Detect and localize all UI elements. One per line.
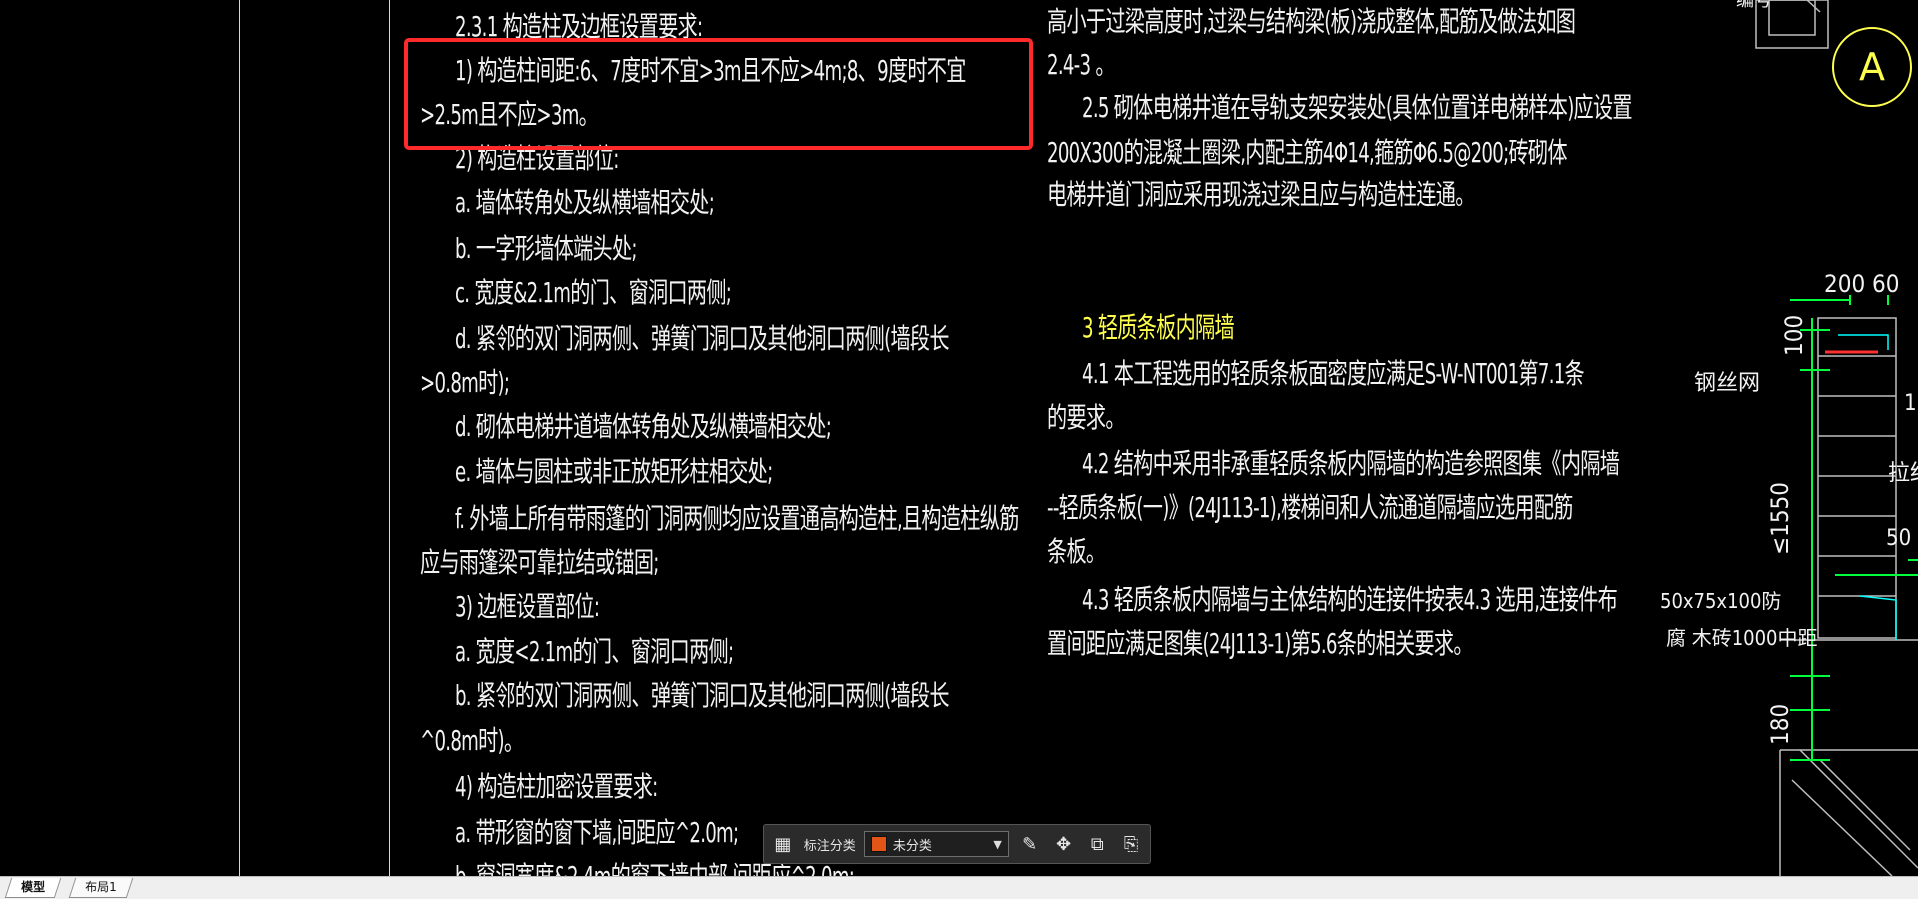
paste-icon[interactable]: ⎘ — [1118, 831, 1144, 857]
edit-icon[interactable]: ✎ — [1017, 831, 1043, 857]
annotation-category-value: 未分类 — [892, 838, 932, 854]
copy-icon[interactable]: ⧉ — [1084, 831, 1110, 857]
chevron-down-icon: ▼ — [993, 837, 1002, 851]
drawing-label-wood-2: 腐 木砖1000中距 — [1666, 626, 1818, 650]
tab-layout1[interactable]: 布局1 — [68, 878, 133, 898]
left-text-line: a. 带形窗的窗下墙,间距应^2.0m; — [455, 816, 739, 849]
detail-drawing: 编号 200 60 100 钢丝网 16 拉结 50 ≤1550 50x75x1… — [1660, 0, 1918, 876]
drawing-label-mesh: 钢丝网 — [1694, 371, 1760, 396]
left-text-line: ^0.8m时)。 — [420, 724, 524, 757]
right-text-line: 条板。 — [1047, 535, 1106, 568]
annotation-category-select[interactable]: 未分类 ▼ — [863, 831, 1009, 857]
drawing-label-id: 编号 — [1736, 0, 1772, 11]
right-text-line: 电梯井道门洞应采用现浇过梁且应与构造柱连通。 — [1047, 178, 1475, 211]
drawing-label-wood-1: 50x75x100防 — [1660, 589, 1781, 613]
annotation-toolbar: ▦ 标注分类 未分类 ▼ ✎ ✥ ⧉ ⎘ — [763, 824, 1151, 864]
left-text-line: >0.8m时); — [420, 366, 510, 399]
grid-icon[interactable]: ▦ — [770, 831, 796, 857]
drawing-label-dims: 200 60 — [1824, 270, 1900, 298]
right-text-line: 2.4-3 。 — [1047, 48, 1116, 81]
right-text-line: 4.3 轻质条板内隔墙与主体结构的连接件按表4.3 选用,连接件布 — [1082, 583, 1618, 616]
left-text-line: f. 外墙上所有带雨篷的门洞两侧均应设置通高构造柱,且构造柱纵筋 — [455, 502, 1019, 535]
left-text-line: 3) 边框设置部位: — [455, 590, 600, 623]
drawing-label-height: ≤1550 — [1766, 482, 1794, 555]
frame-line-inner — [389, 0, 390, 876]
left-text-line: d. 紧邻的双门洞两侧、弹簧门洞口及其他洞口两侧(墙段长 — [455, 322, 950, 355]
right-text-line: 2.5 砌体电梯井道在导轨支架安装处(具体位置详电梯样本)应设置 — [1082, 91, 1633, 124]
left-text-line: a. 墙体转角处及纵横墙相交处; — [455, 186, 715, 219]
left-text-line: 4) 构造柱加密设置要求: — [455, 770, 658, 803]
left-text-line: 应与雨篷梁可靠拉结或锚固; — [420, 546, 659, 579]
right-text-line: 200X300的混凝土圈梁,内配主筋4Φ14,箍筋Φ6.5@200;砖砌体 — [1047, 136, 1568, 169]
section-heading: 3 轻质条板内隔墙 — [1082, 311, 1235, 344]
left-text-line: c. 宽度&2.1m的门、窗洞口两侧; — [455, 276, 732, 309]
right-text-line: 置间距应满足图集(24J113-1)第5.6条的相关要求。 — [1047, 627, 1474, 660]
cad-canvas[interactable]: 2.3.1 构造柱及边框设置要求: 1) 构造柱间距:6、7度时不宜>3m且不应>… — [0, 0, 1918, 876]
drawing-label-100: 100 — [1780, 315, 1808, 356]
move-icon[interactable]: ✥ — [1051, 831, 1077, 857]
drawing-label-tie: 拉结 — [1888, 461, 1918, 486]
annotation-category-label: 标注分类 — [803, 838, 856, 854]
left-text-line: b. 紧邻的双门洞两侧、弹簧门洞口及其他洞口两侧(墙段长 — [455, 679, 950, 712]
drawing-label-50: 50 — [1886, 526, 1911, 551]
highlight-box — [404, 38, 1033, 150]
left-text-line: d. 砌体电梯井道墙体转角处及纵横墙相交处; — [455, 410, 832, 443]
left-text-line: a. 宽度<2.1m的门、窗洞口两侧; — [455, 635, 734, 668]
layout-tabs-bar: 模型 布局1 — [0, 876, 1918, 899]
right-text-line: 的要求。 — [1047, 401, 1125, 434]
left-text-line: b. 一字形墙体端头处; — [455, 232, 638, 265]
left-text-line: e. 墙体与圆柱或非正放矩形柱相交处; — [455, 455, 773, 488]
tab-model[interactable]: 模型 — [4, 878, 62, 898]
category-color-swatch — [870, 836, 887, 852]
right-text-line: 高小于过梁高度时,过梁与结构梁(板)浇成整体,配筋及做法如图 — [1047, 5, 1576, 38]
frame-line-left — [239, 0, 240, 876]
right-text-line: --轻质条板(一)》(24J113-1),楼梯间和人流通道隔墙应选用配筋 — [1047, 491, 1573, 524]
right-text-line: 4.1 本工程选用的轻质条板面密度应满足S-W-NT001第7.1条 — [1082, 357, 1585, 390]
drawing-label-16: 16 — [1904, 391, 1918, 416]
drawing-label-180: 180 — [1766, 704, 1794, 745]
right-text-line: 4.2 结构中采用非承重轻质条板内隔墙的构造参照图集《内隔墙 — [1082, 447, 1620, 480]
